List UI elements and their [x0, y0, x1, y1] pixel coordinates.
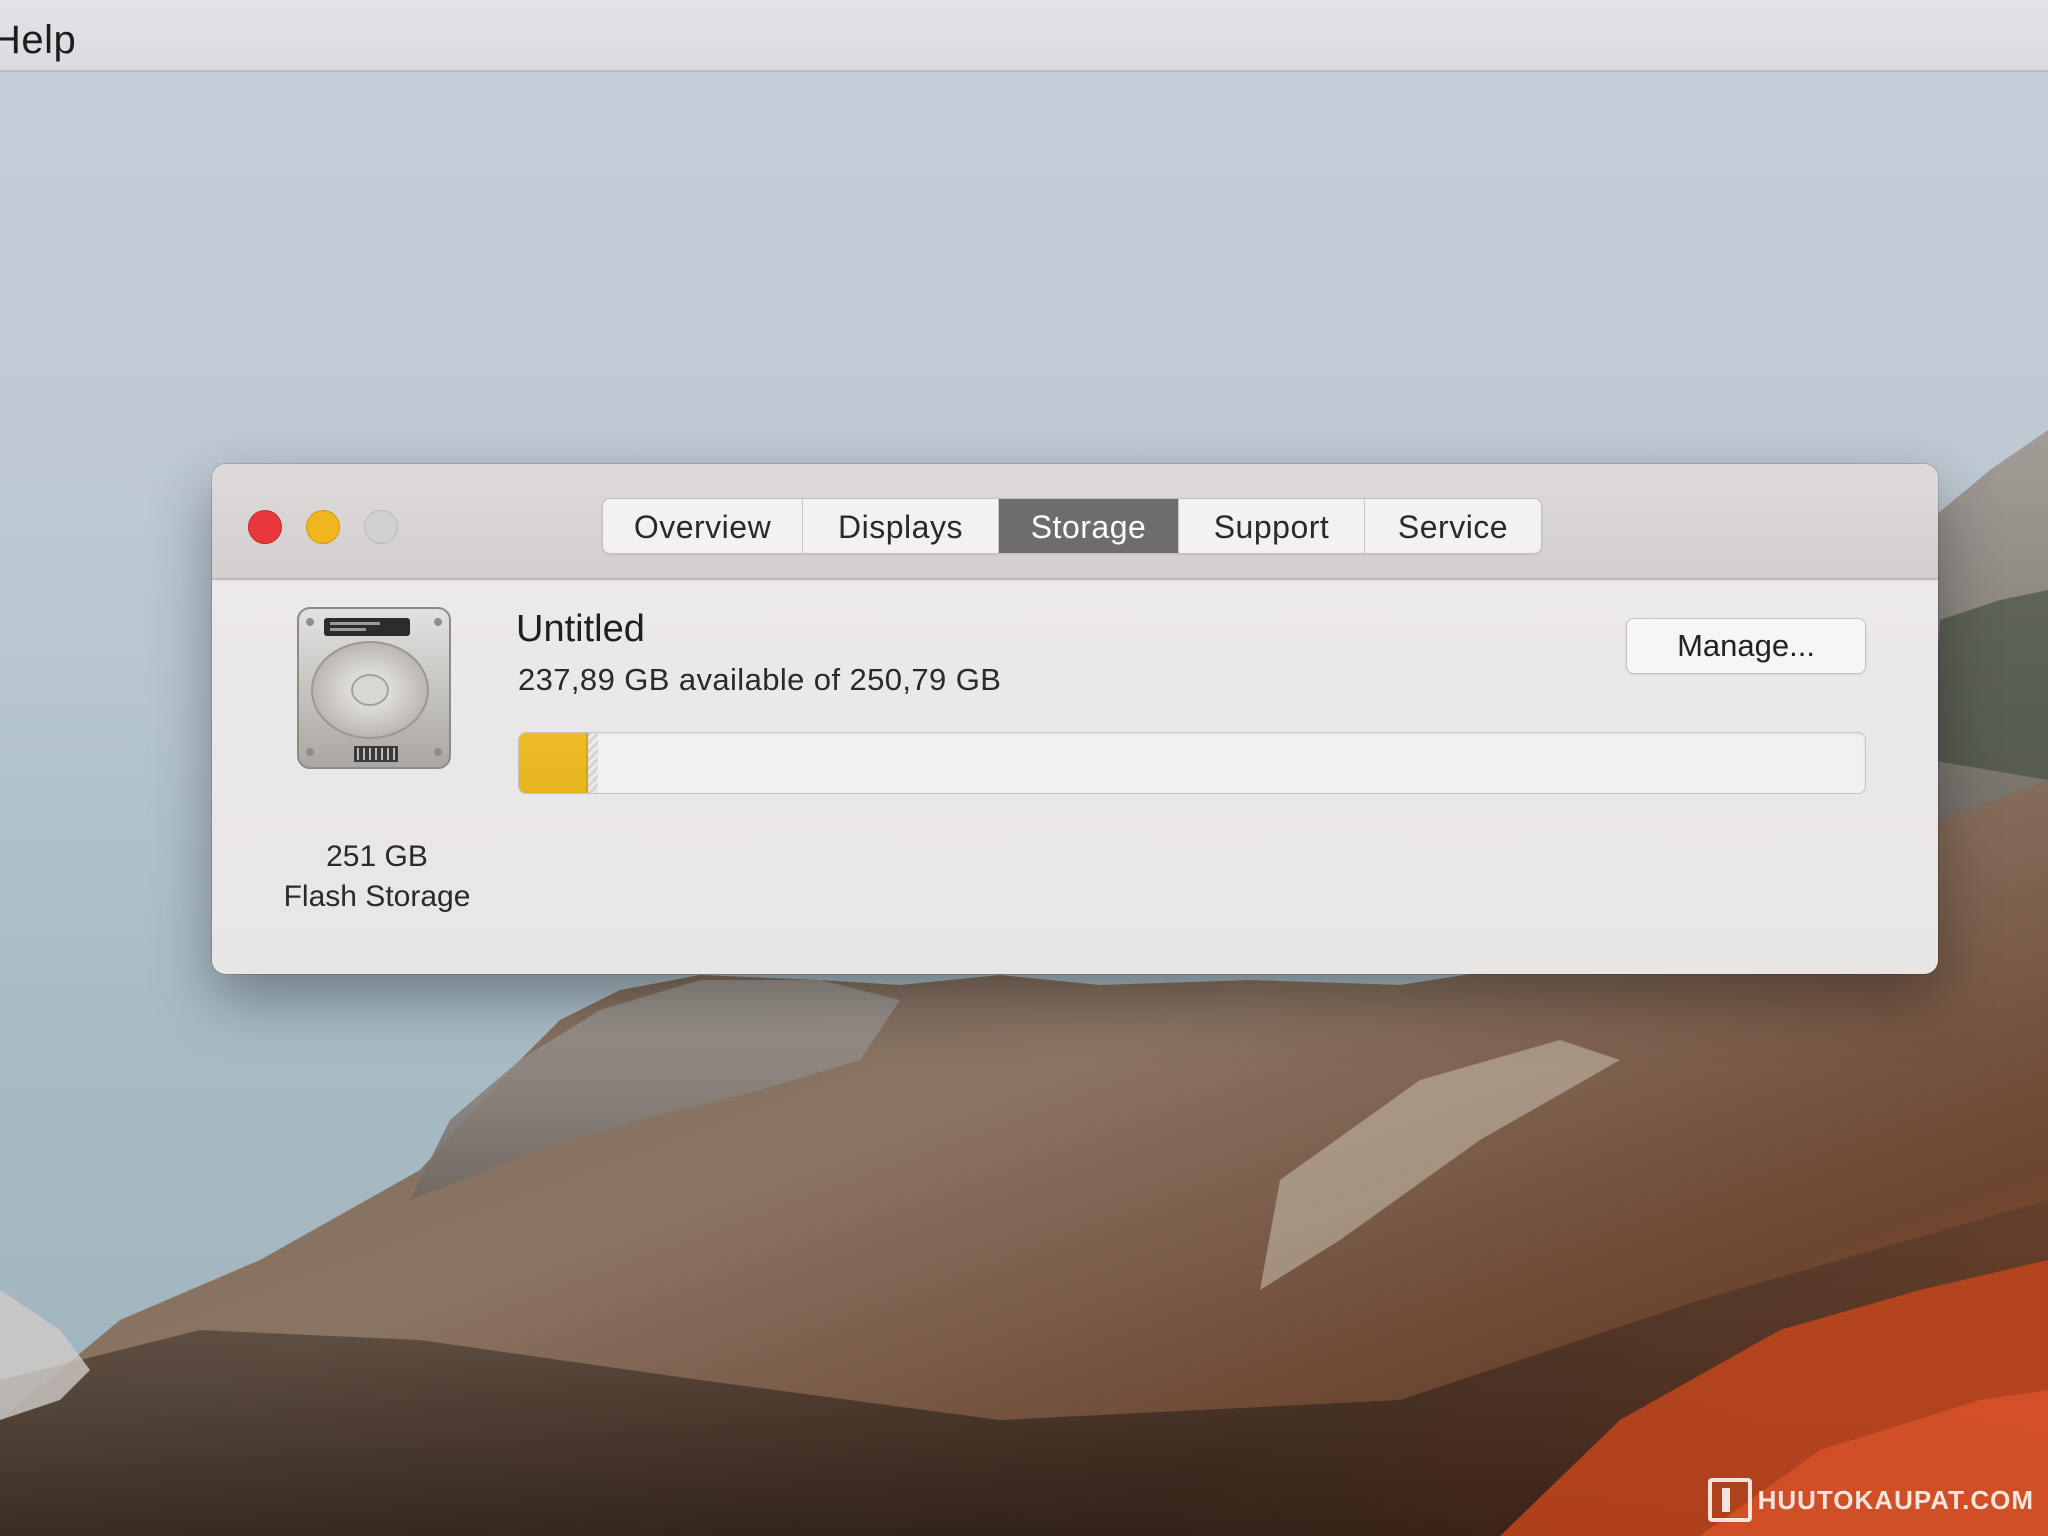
tab-bar: Overview Displays Storage Support Servic… [602, 498, 1542, 554]
hard-disk-icon [297, 607, 451, 769]
volume-name: Untitled [516, 608, 645, 650]
zoom-button[interactable] [364, 510, 398, 544]
disk-capacity-label: 251 GB [326, 840, 428, 873]
tab-storage[interactable]: Storage [999, 499, 1179, 553]
close-button[interactable] [248, 510, 282, 544]
window-titlebar[interactable]: Overview Displays Storage Support Servic… [212, 464, 1938, 580]
disk-type-label: Flash Storage [283, 880, 471, 913]
tab-service[interactable]: Service [1365, 499, 1541, 553]
about-this-mac-window: Overview Displays Storage Support Servic… [212, 464, 1938, 974]
storage-used-segment [519, 733, 588, 793]
tab-displays[interactable]: Displays [803, 499, 999, 553]
menu-help[interactable]: Help [0, 18, 76, 63]
tab-support[interactable]: Support [1179, 499, 1365, 553]
storage-other-segment [588, 733, 598, 793]
minimize-button[interactable] [306, 510, 340, 544]
storage-usage-bar[interactable] [518, 732, 1866, 794]
watermark-logo-icon [1707, 1478, 1752, 1522]
menu-bar: Help [0, 0, 2048, 72]
manage-button[interactable]: Manage... [1626, 618, 1866, 674]
watermark-text: HUUTOKAUPAT.COM [1757, 1484, 2034, 1515]
watermark: HUUTOKAUPAT.COM [1707, 1478, 2034, 1522]
storage-panel: 251 GB Flash Storage Untitled 237,89 GB … [212, 582, 1938, 974]
volume-available-text: 237,89 GB available of 250,79 GB [518, 662, 1002, 697]
tab-overview[interactable]: Overview [603, 499, 803, 553]
